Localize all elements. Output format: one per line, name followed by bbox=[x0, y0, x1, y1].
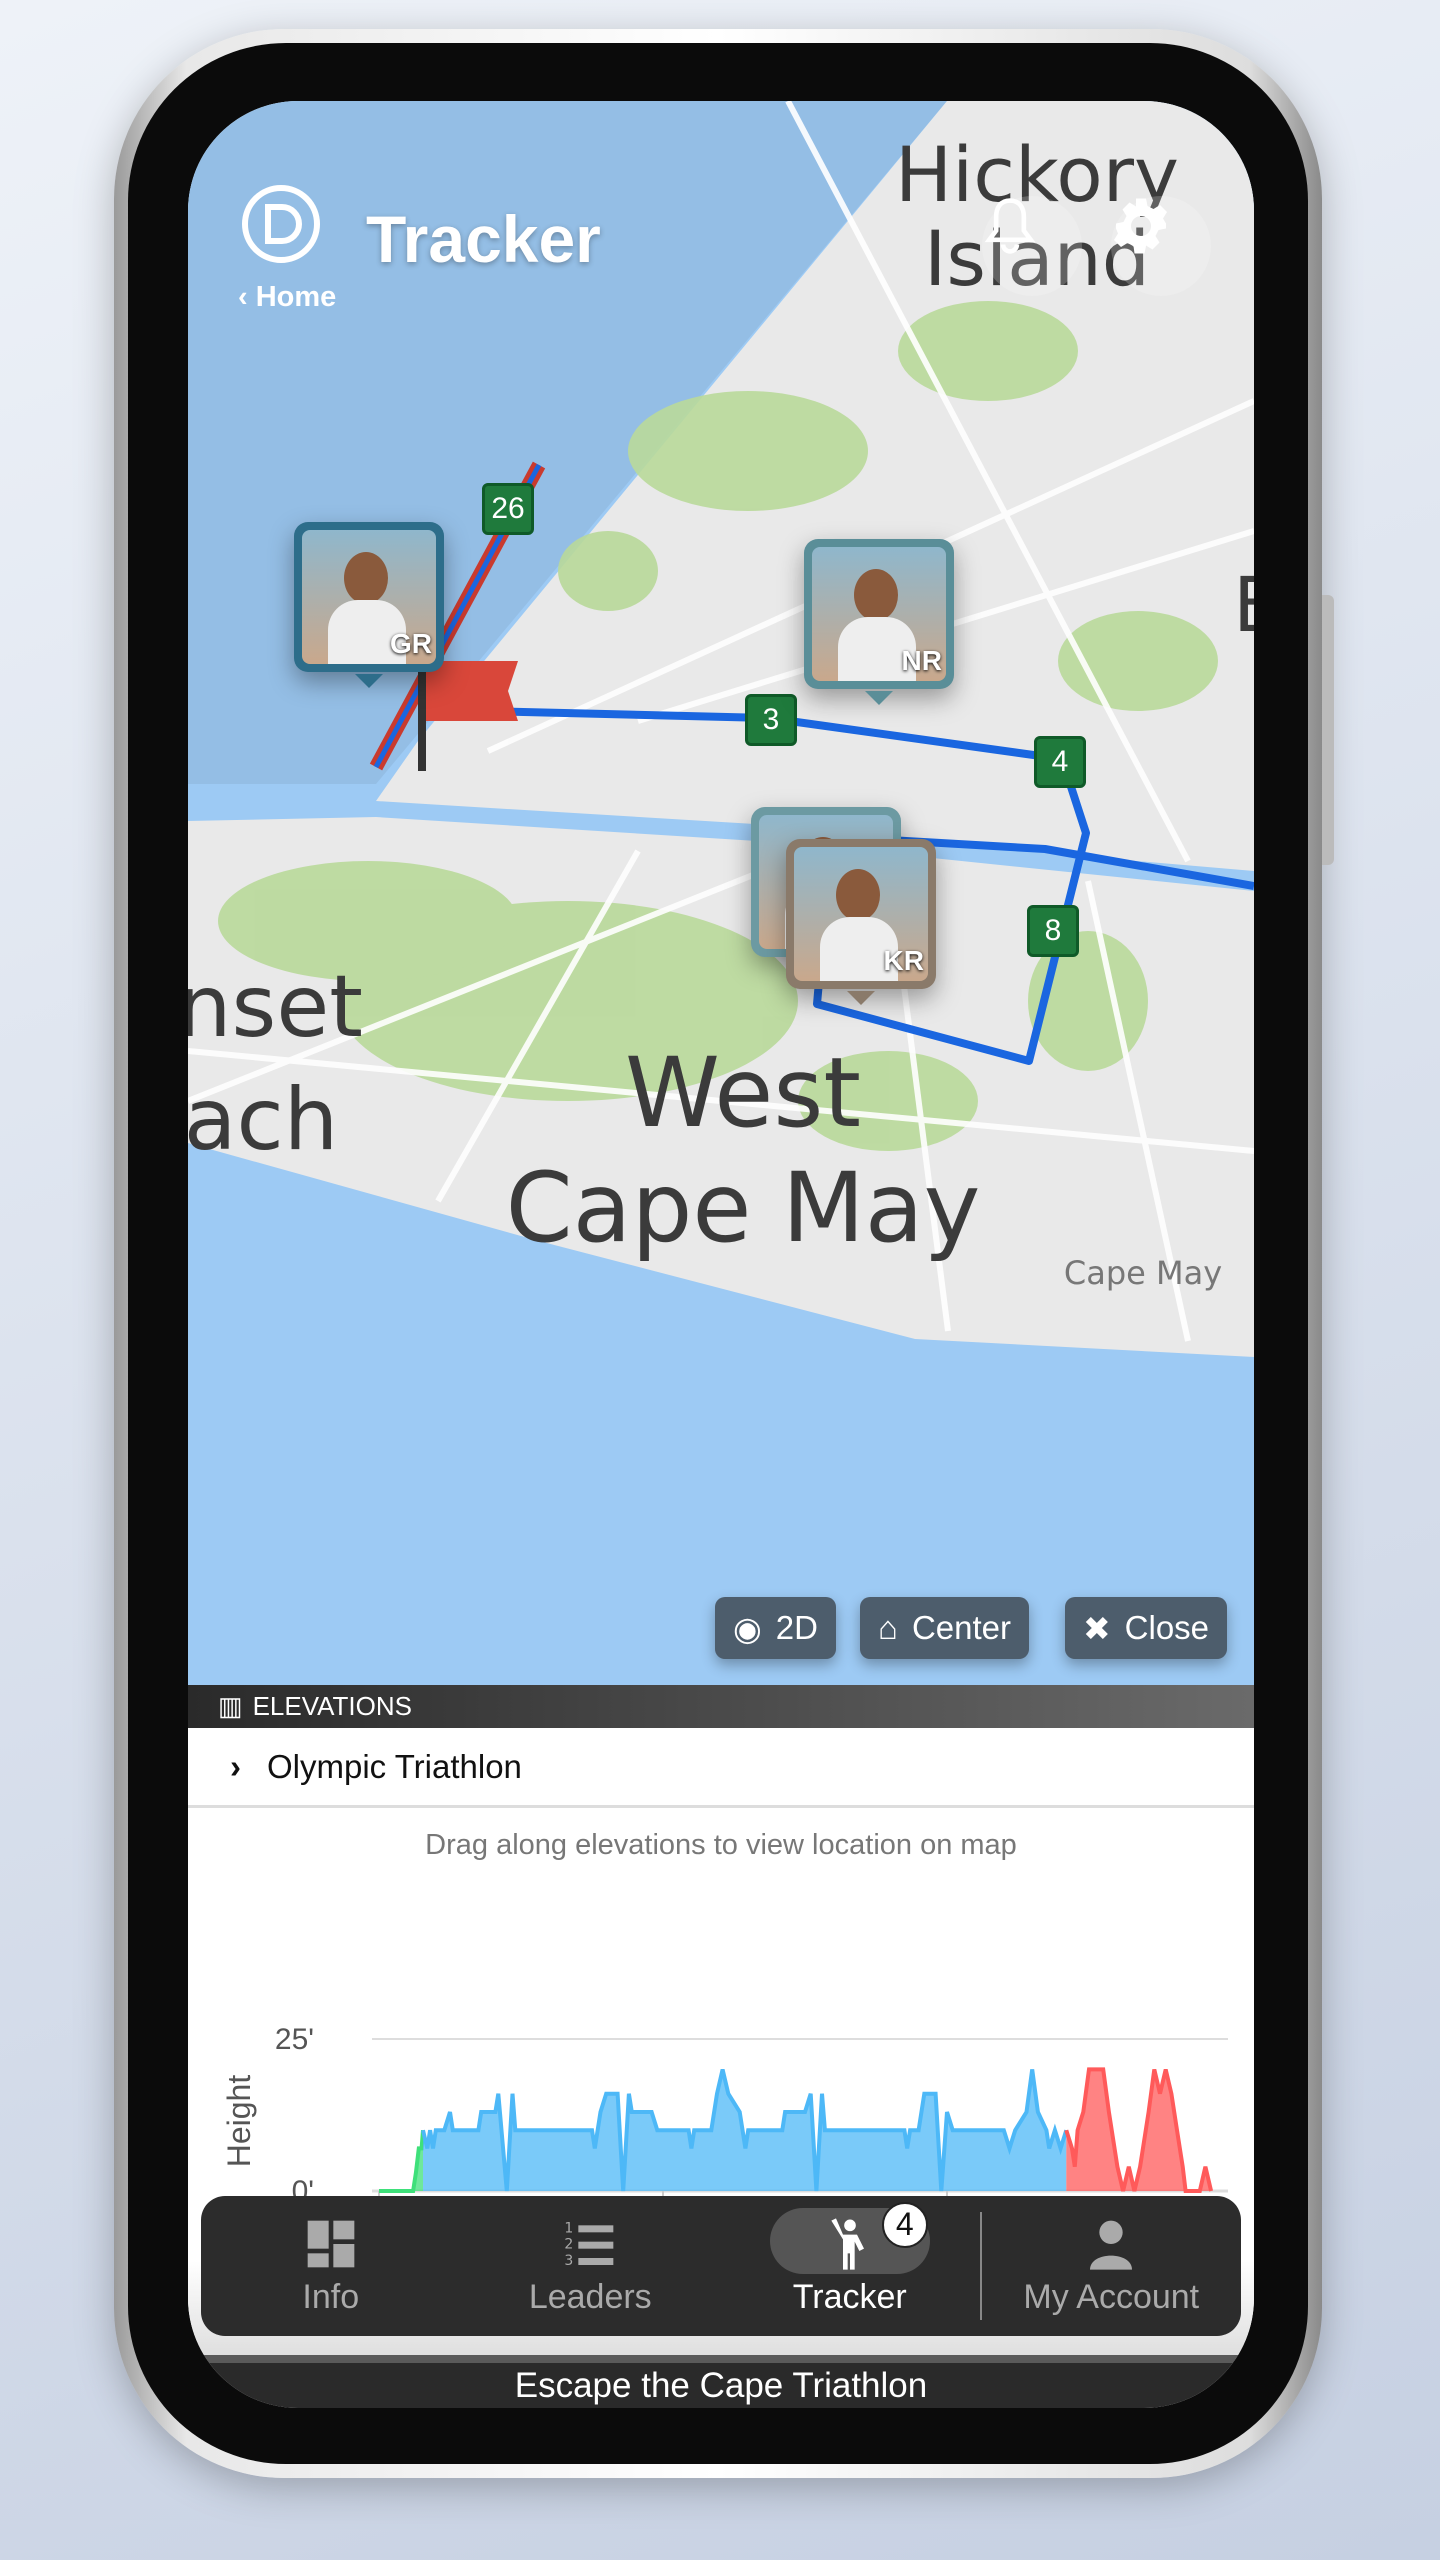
map-view[interactable]: Hickory Island West Cape May nset ach Ca… bbox=[188, 101, 1254, 1685]
map-label-sunset: nset bbox=[188, 957, 363, 1057]
nav-leaders[interactable]: 123 Leaders bbox=[461, 2216, 721, 2317]
dashboard-icon bbox=[307, 2220, 355, 2267]
eye-icon: ◉ bbox=[733, 1609, 762, 1647]
map-label-edge: B bbox=[1233, 560, 1254, 649]
athlete-marker-nr[interactable]: NR bbox=[804, 539, 954, 705]
course-selector[interactable]: › Olympic Triathlon bbox=[188, 1728, 1254, 1808]
waving-person-icon bbox=[831, 2217, 864, 2270]
chevron-right-icon: › bbox=[230, 1747, 241, 1785]
map-label-cape-may-small: Cape May bbox=[1064, 1254, 1222, 1292]
back-home-label: Home bbox=[255, 281, 337, 313]
center-label: Center bbox=[911, 1609, 1011, 1646]
toggle-2d-button[interactable]: ◉ 2D bbox=[715, 1597, 836, 1659]
elevation-hint: Drag along elevations to view location o… bbox=[425, 1829, 1017, 1861]
elevations-label: ELEVATIONS bbox=[252, 1691, 412, 1721]
athlete-initials: KR bbox=[883, 945, 924, 976]
elevations-header: ▥ ELEVATIONS bbox=[188, 1685, 1254, 1728]
back-home-link[interactable]: ‹ Home bbox=[238, 281, 336, 314]
svg-text:1: 1 bbox=[565, 2220, 574, 2236]
user-icon bbox=[1090, 2220, 1133, 2270]
settings-button[interactable] bbox=[1111, 196, 1211, 296]
y-tick-25: 25' bbox=[275, 2023, 314, 2056]
close-button[interactable]: ✖ Close bbox=[1065, 1597, 1228, 1659]
map-label-west: West bbox=[625, 1037, 861, 1149]
elevation-line-segment bbox=[379, 2130, 425, 2193]
nav-tracker[interactable]: 4 Tracker bbox=[720, 2201, 980, 2317]
phone-side-button bbox=[1322, 595, 1334, 865]
nav-leaders-label: Leaders bbox=[528, 2277, 652, 2316]
home-icon: ⌂ bbox=[878, 1609, 898, 1646]
athlete-marker-gr[interactable]: GR bbox=[294, 522, 444, 688]
bell-icon bbox=[984, 198, 1036, 254]
gear-icon bbox=[1114, 198, 1167, 254]
svg-text:3: 3 bbox=[565, 2253, 574, 2269]
chevron-left-icon: ‹ bbox=[238, 281, 256, 313]
nav-tracker-label: Tracker bbox=[792, 2277, 907, 2316]
nav-my-account[interactable]: My Account bbox=[982, 2216, 1242, 2317]
logo-icon bbox=[240, 183, 322, 265]
map-label-beach: ach bbox=[188, 1070, 338, 1170]
page-title: Tracker bbox=[366, 202, 601, 276]
bottom-nav: Info 123 Leaders 4 Tracker My Account bbox=[201, 2196, 1241, 2336]
ordered-list-icon: 123 bbox=[565, 2220, 614, 2269]
nav-info[interactable]: Info bbox=[201, 2216, 461, 2317]
map-label-cape-may: Cape May bbox=[506, 1152, 981, 1264]
mile-marker-26[interactable]: 26 bbox=[482, 483, 534, 535]
mile-marker-8[interactable]: 8 bbox=[1027, 905, 1079, 957]
y-axis-label: Height bbox=[221, 2075, 257, 2168]
app-screen: Hickory Island West Cape May nset ach Ca… bbox=[188, 101, 1254, 2408]
center-button[interactable]: ⌂ Center bbox=[860, 1597, 1029, 1659]
athlete-initials: GR bbox=[390, 628, 432, 659]
svg-text:2: 2 bbox=[565, 2236, 574, 2252]
event-name: Escape the Cape Triathlon bbox=[188, 2355, 1254, 2408]
notifications-button[interactable] bbox=[982, 196, 1082, 296]
close-label: Close bbox=[1124, 1609, 1210, 1646]
map-canvas: Hickory Island West Cape May nset ach Ca… bbox=[188, 101, 1254, 1685]
close-icon: ✖ bbox=[1083, 1609, 1111, 1647]
athlete-initials: NR bbox=[901, 645, 942, 676]
nav-my-account-label: My Account bbox=[1023, 2277, 1200, 2316]
athlete-marker-kr[interactable]: KR bbox=[786, 839, 936, 1005]
course-name: Olympic Triathlon bbox=[267, 1747, 522, 1785]
nav-info-label: Info bbox=[302, 2277, 360, 2316]
tracker-count-badge: 4 bbox=[881, 2201, 928, 2248]
toggle-2d-label: 2D bbox=[775, 1609, 818, 1646]
mile-marker-4[interactable]: 4 bbox=[1034, 736, 1086, 788]
mile-marker-3[interactable]: 3 bbox=[745, 694, 797, 746]
bar-chart-icon: ▥ bbox=[218, 1691, 243, 1721]
